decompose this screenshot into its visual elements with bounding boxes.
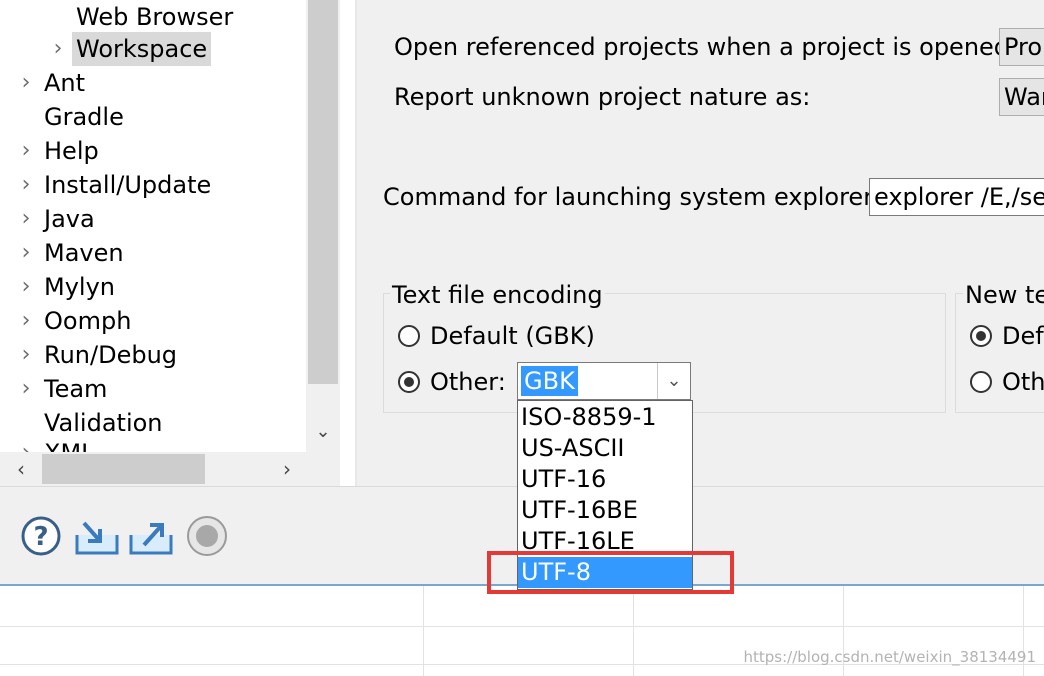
text-file-encoding-title: Text file encoding — [390, 280, 605, 310]
watermark: https://blog.csdn.net/weixin_38134491 — [743, 648, 1036, 666]
tree-horizontal-scrollbar[interactable]: ‹ › — [0, 452, 340, 486]
open-referenced-projects-label: Open referenced projects when a project … — [394, 33, 1018, 61]
line-delimiter-title: New te — [963, 280, 1044, 310]
default-delimiter-label: Defa — [1002, 322, 1044, 350]
tree-item-label: Team — [44, 375, 108, 403]
annotation-highlight-box — [487, 551, 734, 594]
other-delimiter-label: Oth — [1002, 368, 1044, 396]
encoding-combo[interactable]: GBK ⌄ — [517, 362, 691, 400]
chevron-right-icon[interactable]: › — [16, 270, 36, 304]
chevron-right-icon[interactable]: › — [16, 436, 36, 452]
tree-item-label: Workspace — [72, 32, 212, 66]
tree-item-label: Maven — [44, 239, 124, 267]
chevron-right-icon[interactable]: › — [16, 338, 36, 372]
other-encoding-label: Other: — [430, 368, 506, 396]
encoding-option-utf-16[interactable]: UTF-16 — [518, 464, 692, 495]
system-explorer-input[interactable]: explorer /E,/sel — [869, 178, 1044, 216]
encoding-combo-value[interactable]: GBK — [521, 366, 578, 396]
tree-item-label: Ant — [44, 69, 86, 97]
tree-item-label: XML — [44, 436, 95, 452]
tree-item-label: Gradle — [44, 103, 124, 131]
chevron-right-icon[interactable]: › — [16, 236, 36, 270]
other-encoding-radio[interactable] — [398, 371, 420, 393]
encoding-option-iso-8859-1[interactable]: ISO-8859-1 — [518, 402, 692, 433]
preferences-tree: Web Browser › Workspace › Ant Gradle › H… — [0, 0, 306, 452]
open-referenced-projects-combo[interactable]: Pro — [999, 28, 1044, 66]
system-explorer-label: Command for launching system explorer: — [383, 183, 881, 211]
chevron-right-icon[interactable]: › — [48, 32, 68, 66]
chevron-right-icon[interactable]: › — [16, 134, 36, 168]
help-icon[interactable]: ? — [20, 515, 62, 557]
default-encoding-radio[interactable] — [398, 325, 420, 347]
other-delimiter-radio[interactable] — [970, 371, 992, 393]
encoding-option-utf-16be[interactable]: UTF-16BE — [518, 495, 692, 526]
import-icon[interactable] — [74, 515, 120, 557]
stop-icon[interactable] — [186, 515, 228, 557]
chevron-right-icon[interactable]: › — [16, 304, 36, 338]
tree-item-label: Oomph — [44, 307, 132, 335]
chevron-right-icon[interactable]: › — [272, 452, 302, 486]
chevron-right-icon[interactable]: › — [16, 66, 36, 100]
tree-item-label: Run/Debug — [44, 341, 178, 369]
chevron-right-icon[interactable]: › — [16, 202, 36, 236]
tree-item-label: Validation — [44, 409, 163, 437]
svg-text:?: ? — [33, 522, 48, 552]
scrollbar-thumb[interactable] — [308, 0, 338, 384]
chevron-right-icon[interactable]: › — [16, 372, 36, 406]
tree-item-label: Help — [44, 137, 99, 165]
scrollbar-thumb[interactable] — [42, 454, 205, 484]
default-delimiter-radio[interactable] — [970, 325, 992, 347]
report-unknown-nature-combo[interactable]: War — [999, 78, 1044, 116]
encoding-option-us-ascii[interactable]: US-ASCII — [518, 433, 692, 464]
tree-vertical-scrollbar[interactable]: ⌄ — [306, 0, 340, 452]
chevron-down-icon[interactable]: ⌄ — [657, 363, 690, 399]
tree-item-label: Java — [44, 205, 95, 233]
tree-item-label: Mylyn — [44, 273, 115, 301]
export-icon[interactable] — [128, 515, 174, 557]
report-unknown-nature-label: Report unknown project nature as: — [394, 83, 811, 111]
chevron-down-icon[interactable]: ⌄ — [306, 412, 340, 452]
tree-item-label: Web Browser — [76, 3, 234, 31]
default-encoding-label: Default (GBK) — [430, 322, 595, 350]
chevron-left-icon[interactable]: ‹ — [6, 452, 36, 486]
workspace-preferences-panel: Open referenced projects when a project … — [357, 0, 1044, 486]
tree-item-label: Install/Update — [44, 171, 212, 199]
chevron-right-icon[interactable]: › — [16, 168, 36, 202]
